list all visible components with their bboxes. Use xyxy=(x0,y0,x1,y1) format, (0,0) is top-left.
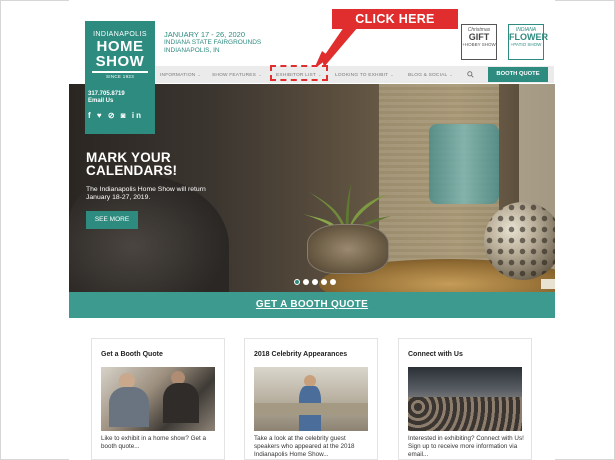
contact-info: 317.705.8719 Email Us xyxy=(88,91,125,105)
partner-gift-bottom: +HOBBY SHOW xyxy=(462,42,496,47)
nav-item-show-features[interactable]: SHOW FEATURES ⌄ xyxy=(212,66,262,83)
slider-dot[interactable] xyxy=(330,279,336,285)
contact-phone[interactable]: 317.705.8719 xyxy=(88,91,125,98)
nav-item-information[interactable]: INFORMATION ⌄ xyxy=(160,66,201,83)
logo-line1: INDIANAPOLIS xyxy=(93,31,147,38)
partner-flower-mid: FLOWER xyxy=(509,32,548,42)
decor-vase xyxy=(429,124,499,204)
booth-quote-button[interactable]: BOOTH QUOTE xyxy=(488,67,548,82)
see-more-button[interactable]: SEE MORE xyxy=(86,211,138,229)
sphere-pattern xyxy=(484,202,555,280)
exhibitor-list-highlight xyxy=(270,65,328,81)
event-city: INDIANAPOLIS, IN xyxy=(164,47,220,54)
card-image[interactable] xyxy=(254,367,368,431)
logo-line2: HOME xyxy=(96,38,144,55)
nav-item-looking-to-exhibit[interactable]: LOOKING TO EXHIBIT ⌄ xyxy=(335,66,394,83)
furniture xyxy=(254,403,368,415)
hero-title: MARK YOUR CALENDARS! xyxy=(86,151,178,178)
partner-flower-bottom: +PATIO SHOW xyxy=(510,42,542,47)
card-title: Get a Booth Quote xyxy=(101,351,163,358)
logo-line3: SHOW xyxy=(95,53,145,70)
nav-label: LOOKING TO EXHIBIT xyxy=(335,73,389,78)
crowd xyxy=(408,397,522,431)
chevron-down-icon: ⌄ xyxy=(449,72,453,77)
card-booth-quote[interactable]: Get a Booth Quote Like to exhibit in a h… xyxy=(91,338,225,460)
social-icons[interactable]: f ♥ ⊘ ◙ in xyxy=(88,111,143,120)
card-image[interactable] xyxy=(408,367,522,431)
card-image[interactable] xyxy=(101,367,215,431)
card-celebrity-appearances[interactable]: 2018 Celebrity Appearances Take a look a… xyxy=(244,338,378,460)
chevron-down-icon: ⌄ xyxy=(197,72,201,77)
card-text: Like to exhibit in a home show? Get a bo… xyxy=(101,435,207,450)
chevron-down-icon: ⌄ xyxy=(390,72,394,77)
hero-title-line2: CALENDARS! xyxy=(86,163,178,178)
book xyxy=(541,279,555,289)
hero-text-line1: The Indianapolis Home Show will return xyxy=(86,186,206,193)
hero-text-line2: January 18-27, 2019. xyxy=(86,194,151,201)
card-title: 2018 Celebrity Appearances xyxy=(254,351,348,358)
partner-logo-gift-hobby[interactable]: Christmas GIFT +HOBBY SHOW xyxy=(461,24,497,60)
slider-dot[interactable] xyxy=(312,279,318,285)
slider-dots xyxy=(294,272,339,285)
event-date: JANUARY 17 - 26, 2020 xyxy=(164,30,246,39)
card-text: Interested in exhibiting? Connect with U… xyxy=(408,435,524,458)
person-body xyxy=(109,387,149,427)
slider-dot[interactable] xyxy=(303,279,309,285)
hero-text: The Indianapolis Home Show will return J… xyxy=(86,186,206,202)
card-text: Take a look at the celebrity guest speak… xyxy=(254,435,355,458)
logo-line4: SINCE 1923 xyxy=(105,74,134,79)
card-connect-with-us[interactable]: Connect with Us Interested in exhibiting… xyxy=(398,338,532,460)
nav-label: INFORMATION xyxy=(160,73,196,78)
slider-dot[interactable] xyxy=(321,279,327,285)
contact-email-link[interactable]: Email Us xyxy=(88,98,125,105)
click-here-annotation: CLICK HERE xyxy=(332,9,458,29)
booth-quote-bar: GET A BOOTH QUOTE xyxy=(69,292,555,318)
event-venue: INDIANA STATE FAIRGROUNDS xyxy=(164,39,262,46)
logo-divider xyxy=(92,71,148,73)
partner-gift-mid: GIFT xyxy=(468,32,490,42)
partner-logo-flower-patio[interactable]: INDIANA FLOWER +PATIO SHOW xyxy=(508,24,548,60)
chevron-down-icon: ⌄ xyxy=(258,72,262,77)
nav-label: SHOW FEATURES xyxy=(212,73,257,78)
slider-dot[interactable] xyxy=(294,279,300,285)
get-booth-quote-link[interactable]: GET A BOOTH QUOTE xyxy=(69,292,555,318)
nav-item-blog-social[interactable]: BLOG & SOCIAL ⌄ xyxy=(408,66,453,83)
event-info: JANUARY 17 - 26, 2020 INDIANA STATE FAIR… xyxy=(164,31,261,55)
person-body xyxy=(163,383,199,423)
card-title: Connect with Us xyxy=(408,351,463,358)
glass-vase xyxy=(307,224,389,274)
nav-label: BLOG & SOCIAL xyxy=(408,73,448,78)
search-icon[interactable] xyxy=(467,71,474,78)
